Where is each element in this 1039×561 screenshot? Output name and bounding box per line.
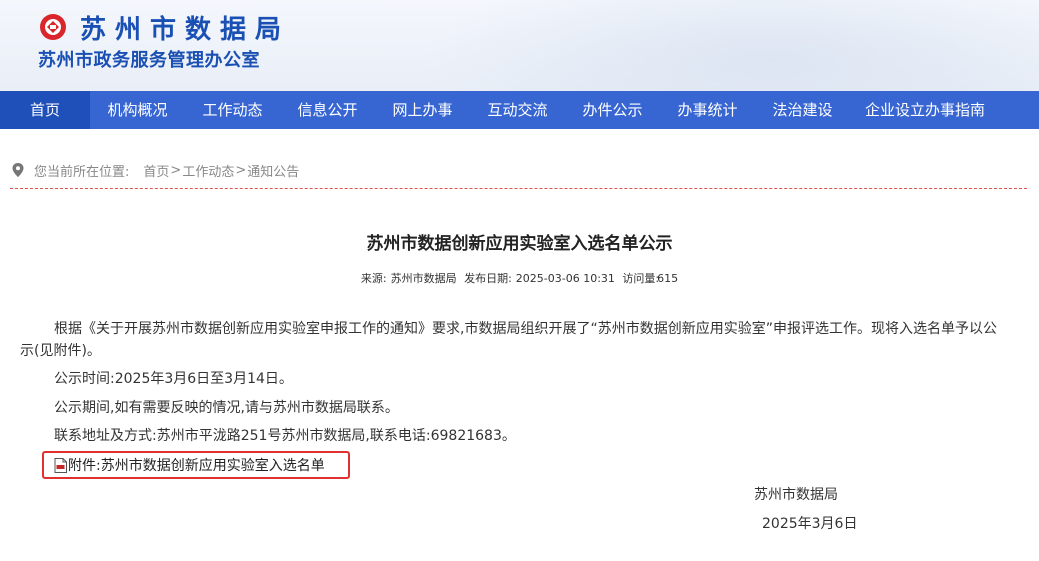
views-value: 615 — [657, 272, 679, 285]
article-paragraph: 根据《关于开展苏州市数据创新应用实验室申报工作的通知》要求,市数据局组织开展了“… — [20, 321, 997, 359]
nav-item-enterprise-guide[interactable]: 企业设立办事指南 — [850, 91, 1000, 129]
location-pin-icon — [12, 163, 24, 177]
breadcrumb-notices[interactable]: 通知公告 — [247, 161, 299, 180]
site-title[interactable]: 苏州市数据局 — [80, 9, 290, 46]
nav-item-info-disclosure[interactable]: 信息公开 — [280, 91, 375, 129]
article-meta: 来源: 苏州市数据局 发布日期: 2025-03-06 10:31 访问量:615 — [0, 270, 1039, 286]
date-value: 2025-03-06 10:31 — [515, 272, 615, 285]
breadcrumb-news[interactable]: 工作动态 — [182, 161, 234, 180]
header-decoration — [420, 0, 1039, 91]
breadcrumb-separator: > — [170, 162, 182, 178]
site-header: 苏州市数据局 苏州市政务服务管理办公室 — [0, 0, 1039, 91]
signature-organization: 苏州市数据局 — [754, 487, 838, 503]
breadcrumb: 您当前所在位置: 首页 > 工作动态 > 通知公告 — [12, 160, 299, 180]
nav-item-news[interactable]: 工作动态 — [185, 91, 280, 129]
nav-item-online-services[interactable]: 网上办事 — [375, 91, 470, 129]
date-label: 发布日期: — [464, 272, 512, 285]
nav-item-case-publicity[interactable]: 办件公示 — [565, 91, 660, 129]
views-label: 访问量: — [622, 272, 660, 285]
nav-item-interaction[interactable]: 互动交流 — [470, 91, 565, 129]
nav-item-home[interactable]: 首页 — [0, 91, 90, 129]
breadcrumb-separator: > — [235, 162, 247, 178]
signature-date: 2025年3月6日 — [762, 516, 858, 532]
article-title: 苏州市数据创新应用实验室入选名单公示 — [366, 234, 673, 254]
attachment-label[interactable]: 附件:苏州市数据创新应用实验室入选名单 — [68, 455, 325, 475]
nav-item-statistics[interactable]: 办事统计 — [660, 91, 755, 129]
source-value: 苏州市数据局 — [390, 272, 457, 285]
site-subtitle: 苏州市政务服务管理办公室 — [38, 50, 260, 71]
logo-emblem-icon[interactable] — [38, 12, 72, 42]
nav-item-about[interactable]: 机构概况 — [90, 91, 185, 129]
breadcrumb-divider — [10, 188, 1027, 189]
article-paragraph: 联系地址及方式:苏州市平泷路251号苏州市数据局,联系电话:69821683。 — [54, 428, 516, 444]
attachment-link[interactable]: 附件:苏州市数据创新应用实验室入选名单 — [42, 451, 350, 479]
main-nav: 首页 机构概况 工作动态 信息公开 网上办事 互动交流 办件公示 办事统计 法治… — [0, 91, 1039, 129]
source-label: 来源: — [360, 272, 387, 285]
nav-item-rule-of-law[interactable]: 法治建设 — [755, 91, 850, 129]
breadcrumb-home[interactable]: 首页 — [143, 161, 169, 180]
breadcrumb-label: 您当前所在位置: — [34, 164, 130, 180]
article-paragraph: 公示时间:2025年3月6日至3月14日。 — [54, 371, 293, 387]
article-paragraph: 公示期间,如有需要反映的情况,请与苏州市数据局联系。 — [54, 400, 399, 416]
pdf-file-icon — [54, 457, 67, 473]
